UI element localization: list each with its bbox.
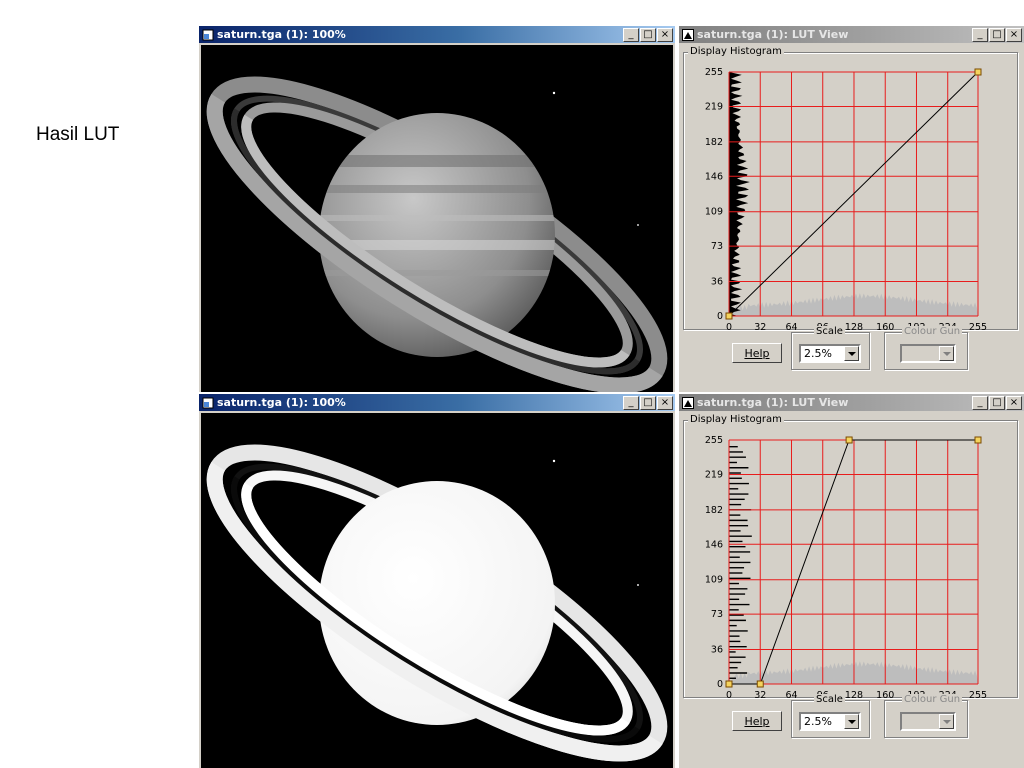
y-tick-label: 109	[705, 207, 723, 218]
x-tick-label: 64	[785, 690, 797, 700]
top-image-title: saturn.tga (1): 100%	[217, 28, 346, 41]
colour-gun-select[interactable]	[900, 712, 956, 731]
x-tick-label: 128	[845, 322, 863, 332]
x-tick-label: 0	[726, 322, 732, 332]
top-image-titlebar[interactable]: saturn.tga (1): 100% _ □ ×	[199, 26, 675, 43]
help-button[interactable]: Help	[732, 343, 782, 363]
scale-select[interactable]: 2.5%	[799, 344, 861, 363]
histogram-icon	[682, 28, 694, 41]
y-tick-label: 36	[711, 645, 723, 656]
x-tick-label: 255	[969, 690, 987, 700]
y-tick-label: 219	[705, 101, 723, 112]
colour-gun-label: Colour Gun	[902, 326, 963, 338]
top-lut-window[interactable]: saturn.tga (1): LUT View _ □ × Display H…	[679, 26, 1024, 392]
maximize-button[interactable]: □	[640, 395, 656, 410]
slide-label: Hasil LUT	[36, 124, 120, 145]
chevron-down-icon[interactable]	[939, 714, 954, 729]
y-tick-label: 146	[705, 171, 723, 182]
help-button-label: Help	[744, 714, 770, 728]
output-histogram	[729, 72, 750, 316]
bottom-lut-window[interactable]: saturn.tga (1): LUT View _ □ × Display H…	[679, 394, 1024, 768]
colour-gun-select[interactable]	[900, 344, 956, 363]
bottom-image-title: saturn.tga (1): 100%	[217, 396, 346, 409]
x-tick-label: 255	[969, 322, 987, 332]
top-lut-titlebar[interactable]: saturn.tga (1): LUT View _ □ ×	[679, 26, 1024, 43]
chevron-down-icon[interactable]	[939, 346, 954, 361]
minimize-button[interactable]: _	[623, 27, 639, 42]
x-tick-label: 128	[845, 690, 863, 700]
close-button[interactable]: ×	[657, 27, 673, 42]
y-tick-label: 36	[711, 277, 723, 288]
lut-histogram-chart[interactable]: 2552191821461097336003264961281601922242…	[683, 430, 1019, 700]
x-tick-label: 160	[876, 690, 894, 700]
maximize-button[interactable]: □	[989, 27, 1005, 42]
scale-label: Scale	[814, 694, 845, 706]
y-tick-label: 219	[705, 469, 723, 480]
lut-control-point	[974, 68, 982, 76]
maximize-button[interactable]: □	[640, 27, 656, 42]
scale-label: Scale	[814, 326, 845, 338]
document-icon	[202, 29, 214, 40]
minimize-button[interactable]: _	[972, 27, 988, 42]
bottom-saturn-image	[201, 413, 673, 768]
bottom-lut-titlebar[interactable]: saturn.tga (1): LUT View _ □ ×	[679, 394, 1024, 411]
display-histogram-label: Display Histogram	[688, 414, 784, 426]
bottom-image-window[interactable]: saturn.tga (1): 100% _ □ ×	[199, 394, 675, 768]
close-button[interactable]: ×	[1006, 395, 1022, 410]
scale-value: 2.5%	[804, 715, 832, 728]
document-icon	[202, 397, 214, 408]
chevron-down-icon[interactable]	[844, 346, 859, 361]
y-tick-label: 0	[717, 311, 723, 322]
x-tick-label: 32	[754, 322, 766, 332]
x-tick-label: 64	[785, 322, 797, 332]
x-tick-label: 32	[754, 690, 766, 700]
lut-histogram-chart[interactable]: 2552191821461097336003264961281601922242…	[683, 62, 1019, 332]
y-tick-label: 182	[705, 137, 723, 148]
close-button[interactable]: ×	[1006, 27, 1022, 42]
y-tick-label: 255	[705, 435, 723, 446]
y-tick-label: 73	[711, 241, 723, 252]
y-tick-label: 146	[705, 539, 723, 550]
x-tick-label: 160	[876, 322, 894, 332]
y-tick-label: 182	[705, 505, 723, 516]
maximize-button[interactable]: □	[989, 395, 1005, 410]
display-histogram-label: Display Histogram	[688, 46, 784, 58]
scale-value: 2.5%	[804, 347, 832, 360]
colour-gun-label: Colour Gun	[902, 694, 963, 706]
minimize-button[interactable]: _	[623, 395, 639, 410]
histogram-icon	[682, 396, 694, 409]
y-tick-label: 255	[705, 67, 723, 78]
scale-select[interactable]: 2.5%	[799, 712, 861, 731]
chevron-down-icon[interactable]	[844, 714, 859, 729]
y-tick-label: 109	[705, 575, 723, 586]
lut-control-point	[974, 436, 982, 444]
lut-control-point	[725, 312, 733, 320]
lut-control-point	[725, 680, 733, 688]
close-button[interactable]: ×	[657, 395, 673, 410]
help-button[interactable]: Help	[732, 711, 782, 731]
top-saturn-image	[201, 45, 673, 392]
y-tick-label: 0	[717, 679, 723, 690]
lut-control-point	[756, 680, 764, 688]
lut-control-point	[845, 436, 853, 444]
bottom-image-titlebar[interactable]: saturn.tga (1): 100% _ □ ×	[199, 394, 675, 411]
bottom-lut-title: saturn.tga (1): LUT View	[697, 396, 849, 409]
top-image-window[interactable]: saturn.tga (1): 100% _ □ ×	[199, 26, 675, 392]
help-button-label: Help	[744, 346, 770, 360]
y-tick-label: 73	[711, 609, 723, 620]
minimize-button[interactable]: _	[972, 395, 988, 410]
x-tick-label: 0	[726, 690, 732, 700]
top-lut-title: saturn.tga (1): LUT View	[697, 28, 849, 41]
